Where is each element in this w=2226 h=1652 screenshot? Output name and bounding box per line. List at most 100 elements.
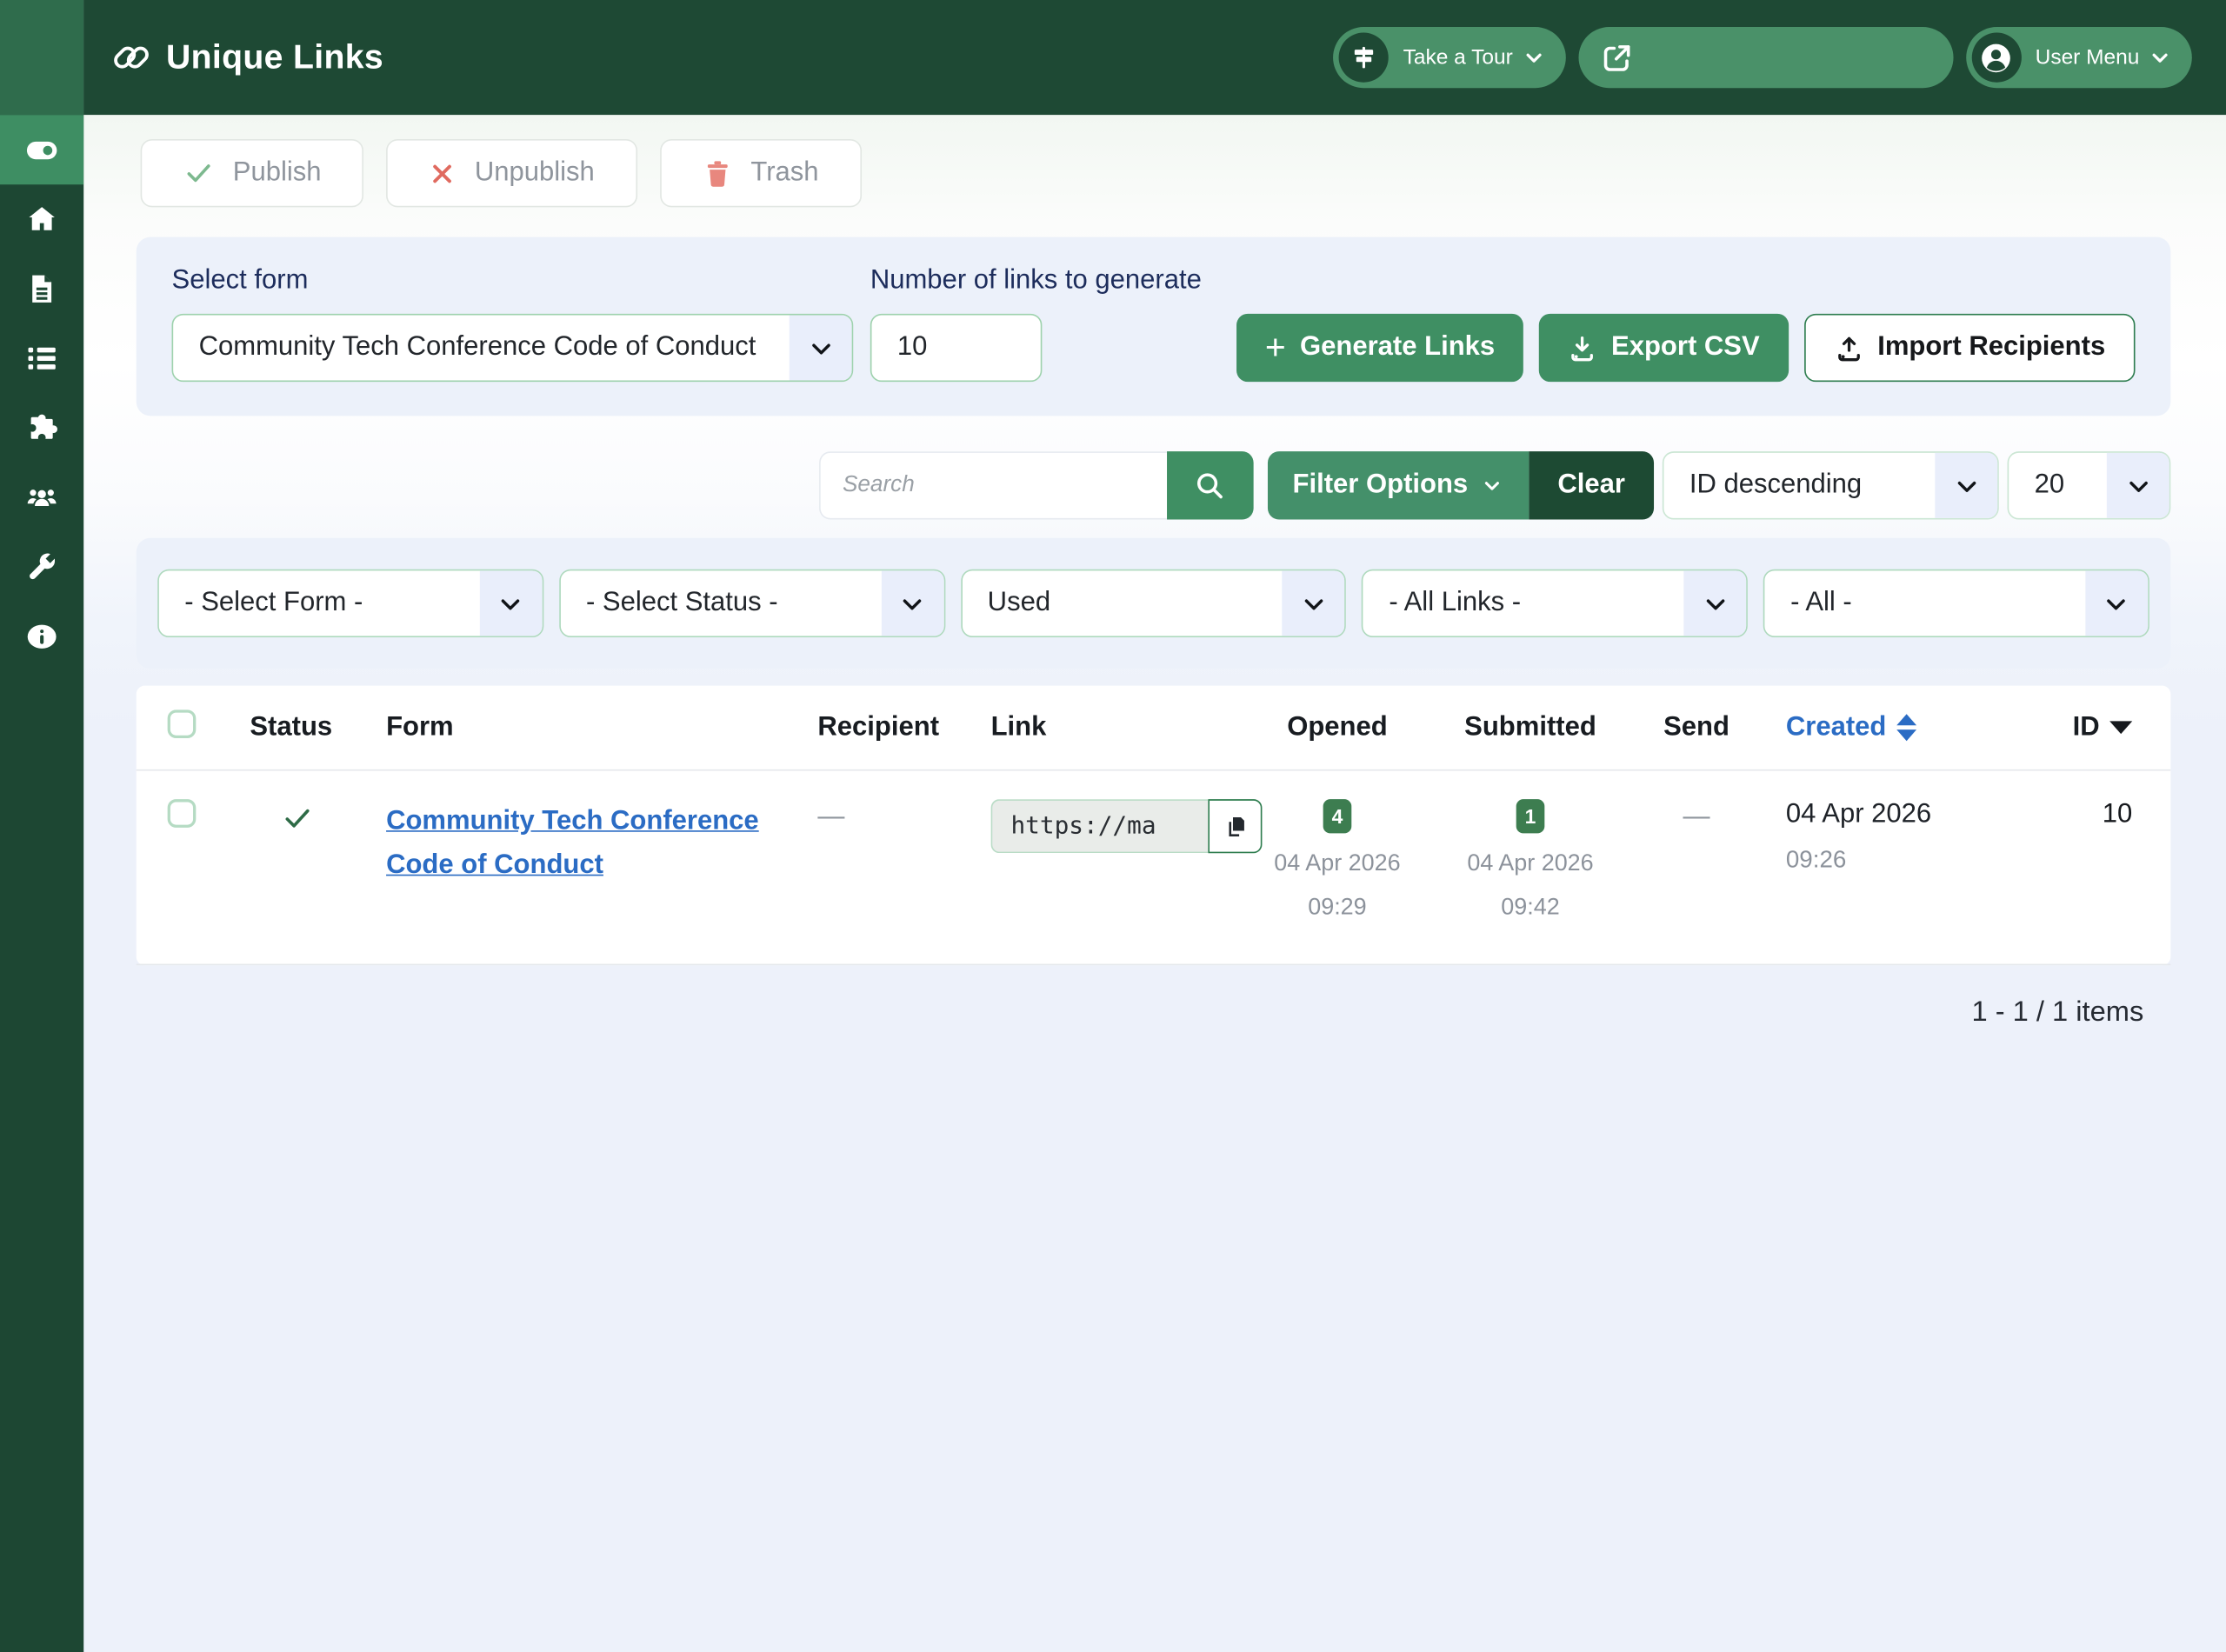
open-form-button[interactable]	[1578, 27, 1953, 88]
publish-button[interactable]: Publish	[141, 139, 364, 207]
import-recipients-label: Import Recipients	[1877, 332, 2105, 363]
col-form: Form	[386, 712, 817, 743]
trash-button[interactable]: Trash	[660, 139, 862, 207]
col-id-sort[interactable]: ID	[2073, 712, 2133, 743]
check-icon	[183, 157, 215, 189]
brand: Unique Links	[112, 37, 383, 77]
sidebar-item-info[interactable]	[0, 602, 83, 671]
table-header-row: Status Form Recipient Link Opened Submit…	[137, 686, 2171, 771]
chevron-down-icon	[2148, 45, 2172, 70]
clear-filters-button[interactable]: Clear	[1529, 451, 1654, 519]
send-value: —	[1636, 802, 1757, 833]
content-area: Publish Unpublish Trash	[83, 115, 2226, 1652]
page-title: Unique Links	[166, 37, 383, 77]
trash-label: Trash	[750, 157, 818, 189]
copy-icon	[1222, 813, 1249, 840]
filter-status-select[interactable]: - Select Status -	[559, 570, 945, 637]
caret-down-icon	[2109, 721, 2132, 734]
search-icon	[1192, 469, 1226, 503]
chevron-down-icon	[1481, 474, 1503, 496]
col-created-sort[interactable]: Created	[1757, 712, 2002, 743]
filter-used-select[interactable]: Used	[961, 570, 1347, 637]
search-sort-row: Filter Options Clear ID descending 20	[137, 451, 2171, 519]
sidebar-item-tools[interactable]	[0, 532, 83, 602]
sort-order-select[interactable]: ID descending	[1663, 451, 1999, 519]
take-a-tour-label: Take a Tour	[1403, 45, 1513, 70]
submitted-count-badge: 1	[1516, 799, 1544, 833]
publish-label: Publish	[233, 157, 322, 189]
created-date: 04 Apr 2026	[1786, 799, 2002, 830]
filter-panel: - Select Form - - Select Status - Used	[137, 538, 2171, 669]
chevron-down-icon	[790, 315, 852, 380]
search-button[interactable]	[1166, 451, 1253, 519]
row-id: 10	[2103, 799, 2133, 830]
filter-status-value: - Select Status -	[586, 588, 778, 619]
link-widget: https://ma	[991, 799, 1263, 853]
link-chain-icon	[112, 38, 150, 77]
list-icon	[25, 342, 58, 375]
user-menu-button[interactable]: User Menu	[1966, 27, 2192, 88]
status-published-check-icon	[281, 802, 386, 835]
opened-count-badge: 4	[1323, 799, 1351, 833]
filter-options-label: Filter Options	[1293, 470, 1469, 501]
take-a-tour-button[interactable]: Take a Tour	[1334, 27, 1566, 88]
plus-icon: +	[1265, 330, 1286, 366]
chevron-down-icon	[480, 570, 543, 636]
chevron-down-icon	[2107, 453, 2169, 518]
chevron-down-icon	[2085, 570, 2148, 636]
info-icon	[25, 620, 58, 653]
filter-options-button[interactable]: Filter Options	[1267, 451, 1529, 519]
row-checkbox[interactable]	[168, 799, 197, 828]
signpost-icon	[1339, 33, 1389, 83]
number-of-links-label: Number of links to generate	[870, 265, 1202, 296]
x-icon	[430, 160, 457, 187]
upload-icon	[1834, 333, 1863, 363]
puzzle-icon	[25, 411, 58, 444]
opened-time: 09:29	[1308, 895, 1366, 922]
col-recipient: Recipient	[817, 712, 990, 743]
submitted-cell: 1 04 Apr 2026 09:42	[1425, 799, 1636, 921]
col-id-label: ID	[2073, 712, 2100, 743]
sidebar-item-home[interactable]	[0, 184, 83, 254]
search-input[interactable]	[818, 451, 1166, 519]
col-status: Status	[250, 712, 386, 743]
page-size-select[interactable]: 20	[2008, 451, 2171, 519]
unpublish-label: Unpublish	[475, 157, 595, 189]
form-select[interactable]: Community Tech Conference Code of Conduc…	[172, 314, 854, 382]
filter-all-select[interactable]: - All -	[1763, 570, 2149, 637]
sidebar-item-addons[interactable]	[0, 393, 83, 463]
select-all-checkbox[interactable]	[168, 709, 197, 738]
filter-form-select[interactable]: - Select Form -	[157, 570, 543, 637]
download-icon	[1567, 333, 1596, 363]
sidebar-item-unique-links[interactable]	[0, 115, 83, 184]
sidebar-item-entries[interactable]	[0, 323, 83, 393]
submitted-date: 04 Apr 2026	[1467, 850, 1593, 877]
col-created-label: Created	[1786, 712, 1887, 743]
generate-links-button[interactable]: + Generate Links	[1236, 314, 1523, 382]
import-recipients-button[interactable]: Import Recipients	[1803, 314, 2135, 382]
top-header: Unique Links Take a Tour	[83, 0, 2226, 115]
link-url: https://ma	[991, 799, 1209, 853]
filter-links-select[interactable]: - All Links -	[1362, 570, 1748, 637]
page-size-value: 20	[2035, 470, 2065, 501]
sidebar-item-users[interactable]	[0, 463, 83, 532]
export-csv-button[interactable]: Export CSV	[1539, 314, 1789, 382]
table-row: Community Tech Conference Code of Conduc…	[137, 771, 2171, 966]
col-opened: Opened	[1250, 712, 1425, 743]
sort-order-value: ID descending	[1689, 470, 1862, 501]
sidebar-item-forms[interactable]	[0, 254, 83, 323]
export-csv-label: Export CSV	[1611, 332, 1760, 363]
recipient-value: —	[817, 802, 990, 833]
document-icon	[25, 272, 58, 305]
chevron-down-icon	[1283, 570, 1345, 636]
items-summary: 1 - 1 / 1 items	[83, 996, 2143, 1029]
unpublish-button[interactable]: Unpublish	[387, 139, 637, 207]
bulk-actions-row: Publish Unpublish Trash	[83, 115, 2226, 207]
form-link[interactable]: Community Tech Conference Code of Conduc…	[386, 799, 817, 888]
filter-used-value: Used	[988, 588, 1050, 619]
chevron-down-icon	[1935, 453, 1997, 518]
number-of-links-input[interactable]	[870, 314, 1043, 382]
col-send: Send	[1636, 712, 1757, 743]
link-generator-panel: Select form Community Tech Conference Co…	[137, 237, 2171, 416]
filter-form-value: - Select Form -	[184, 588, 363, 619]
